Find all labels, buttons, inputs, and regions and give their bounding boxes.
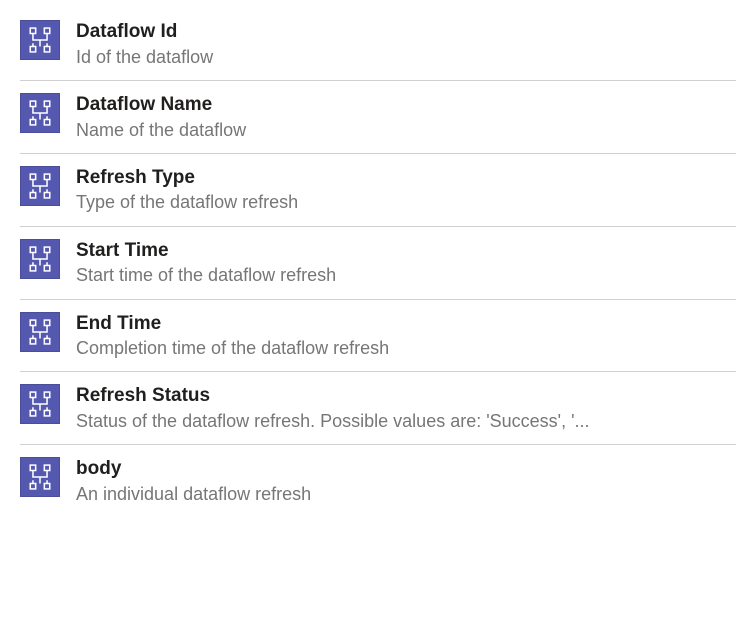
dataflow-icon bbox=[20, 93, 60, 133]
list-item[interactable]: Dataflow Id Id of the dataflow bbox=[20, 8, 736, 81]
list-item[interactable]: Refresh Type Type of the dataflow refres… bbox=[20, 154, 736, 227]
item-title: body bbox=[76, 457, 736, 482]
item-description: Id of the dataflow bbox=[76, 45, 736, 70]
item-text: End Time Completion time of the dataflow… bbox=[76, 312, 736, 362]
item-title: Start Time bbox=[76, 239, 736, 264]
item-description: Name of the dataflow bbox=[76, 118, 736, 143]
item-text: body An individual dataflow refresh bbox=[76, 457, 736, 507]
item-description: Status of the dataflow refresh. Possible… bbox=[76, 409, 736, 434]
dataflow-icon bbox=[20, 384, 60, 424]
item-title: Refresh Status bbox=[76, 384, 736, 409]
item-text: Dataflow Name Name of the dataflow bbox=[76, 93, 736, 143]
dataflow-icon bbox=[20, 166, 60, 206]
list-item[interactable]: Refresh Status Status of the dataflow re… bbox=[20, 372, 736, 445]
dynamic-content-list: Dataflow Id Id of the dataflow Dataflow … bbox=[20, 8, 736, 517]
dataflow-icon bbox=[20, 457, 60, 497]
item-text: Refresh Type Type of the dataflow refres… bbox=[76, 166, 736, 216]
dataflow-icon bbox=[20, 239, 60, 279]
list-item[interactable]: Start Time Start time of the dataflow re… bbox=[20, 227, 736, 300]
item-title: Refresh Type bbox=[76, 166, 736, 191]
item-text: Start Time Start time of the dataflow re… bbox=[76, 239, 736, 289]
list-item[interactable]: body An individual dataflow refresh bbox=[20, 445, 736, 517]
item-text: Refresh Status Status of the dataflow re… bbox=[76, 384, 736, 434]
item-title: Dataflow Name bbox=[76, 93, 736, 118]
dataflow-icon bbox=[20, 312, 60, 352]
item-title: End Time bbox=[76, 312, 736, 337]
item-description: Type of the dataflow refresh bbox=[76, 190, 736, 215]
item-description: Completion time of the dataflow refresh bbox=[76, 336, 736, 361]
item-title: Dataflow Id bbox=[76, 20, 736, 45]
item-description: An individual dataflow refresh bbox=[76, 482, 736, 507]
item-description: Start time of the dataflow refresh bbox=[76, 263, 736, 288]
list-item[interactable]: Dataflow Name Name of the dataflow bbox=[20, 81, 736, 154]
item-text: Dataflow Id Id of the dataflow bbox=[76, 20, 736, 70]
list-item[interactable]: End Time Completion time of the dataflow… bbox=[20, 300, 736, 373]
dataflow-icon bbox=[20, 20, 60, 60]
